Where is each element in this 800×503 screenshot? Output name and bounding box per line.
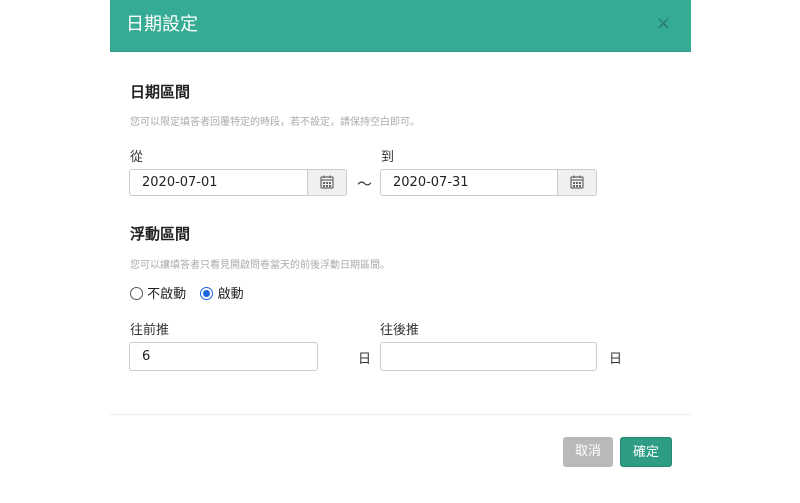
radio-disable-label[interactable]: 不啟動 <box>147 287 186 302</box>
backward-days-input[interactable] <box>380 342 597 371</box>
date-settings-dialog: 日期設定 × 日期區間 您可以限定填答者回覆特定的時段，若不設定，請保持空白即可… <box>110 0 691 480</box>
radio-enable[interactable] <box>200 287 214 300</box>
backward-label: 往後推 <box>380 323 420 338</box>
calendar-icon <box>320 175 334 189</box>
forward-days-value: 6 <box>142 349 151 364</box>
activation-radio-group: 不啟動 啟動 <box>130 283 244 302</box>
from-label: 從 <box>130 150 144 165</box>
range-separator: ～ <box>357 175 373 193</box>
calendar-icon <box>570 175 584 189</box>
radio-enable-label[interactable]: 啟動 <box>218 287 244 302</box>
forward-unit: 日 <box>358 352 372 367</box>
backward-unit: 日 <box>609 352 623 367</box>
confirm-button[interactable]: 確定 <box>620 437 672 467</box>
from-date-value: 2020-07-01 <box>142 175 218 190</box>
date-range-title: 日期區間 <box>130 83 191 101</box>
radio-disable[interactable] <box>130 287 143 300</box>
footer-divider <box>110 414 691 415</box>
to-date-value: 2020-07-31 <box>393 175 469 190</box>
from-calendar-button[interactable] <box>307 170 346 195</box>
floating-range-hint: 您可以讓填答者只看見開啟問卷當天的前後浮動日期區間。 <box>130 260 390 271</box>
cancel-button[interactable]: 取消 <box>563 437 613 467</box>
to-label: 到 <box>381 150 395 165</box>
to-calendar-button[interactable] <box>557 170 596 195</box>
from-date-input[interactable]: 2020-07-01 <box>129 169 347 196</box>
date-range-hint: 您可以限定填答者回覆特定的時段，若不設定，請保持空白即可。 <box>130 117 420 128</box>
close-icon[interactable]: × <box>656 14 671 34</box>
forward-days-input[interactable]: 6 <box>129 342 318 371</box>
floating-range-title: 浮動區間 <box>130 225 191 243</box>
to-date-input[interactable]: 2020-07-31 <box>380 169 597 196</box>
dialog-title: 日期設定 <box>126 14 198 35</box>
dialog-header: 日期設定 × <box>110 0 691 52</box>
forward-label: 往前推 <box>130 323 170 338</box>
